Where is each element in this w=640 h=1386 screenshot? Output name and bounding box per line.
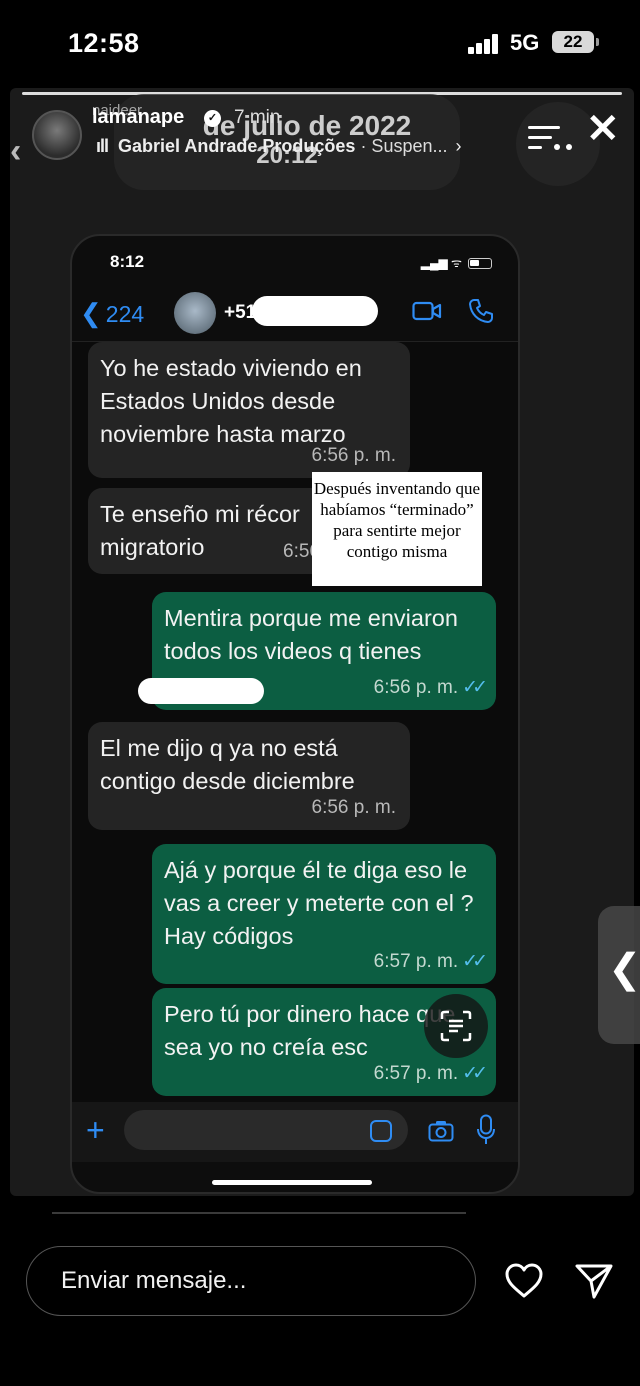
read-ticks-icon: ✓✓ (462, 951, 488, 972)
music-track: · Suspen... (360, 136, 448, 156)
sticker-icon (370, 1120, 392, 1142)
chat-messages: Yo he estado viviendo en Estados Unidos … (72, 342, 518, 1102)
send-icon[interactable] (574, 1262, 614, 1300)
read-ticks-icon: ✓✓ (462, 1063, 488, 1084)
message-time-text: 6:56 p. m. (373, 677, 459, 698)
message-bubble: El me dijo q ya no está contigo desde di… (88, 722, 410, 830)
plus-icon: + (86, 1112, 105, 1148)
reply-placeholder: Enviar mensaje... (61, 1267, 247, 1294)
send-message-input[interactable]: Enviar mensaje... (26, 1246, 476, 1316)
cellular-signal-icon (468, 34, 500, 54)
network-type: 5G (510, 30, 540, 55)
home-indicator (212, 1180, 372, 1185)
music-label[interactable]: ıll Gabriel Andrade Produções · Suspen...… (96, 136, 461, 157)
redaction-scribble (252, 296, 378, 326)
chat-input-bar: + (72, 1102, 518, 1162)
message-time: 6:56 p. m. (311, 445, 397, 466)
verified-badge-icon: ✓ (204, 110, 221, 127)
voice-call-icon (469, 299, 493, 323)
message-bubble: Yo he estado viviendo en Estados Unidos … (88, 342, 410, 478)
chat-message-field (124, 1110, 408, 1150)
unread-count: 224 (105, 301, 145, 327)
read-ticks-icon: ✓✓ (462, 677, 488, 698)
phone-battery-icon (468, 258, 492, 270)
contact-avatar (174, 292, 216, 334)
heart-icon[interactable] (504, 1262, 544, 1300)
music-artist: Gabriel Andrade Produções (118, 136, 356, 156)
message-time: 6:56 p. m. ✓✓ (373, 671, 488, 704)
divider (52, 1212, 466, 1214)
message-time-text: 6:57 p. m. (373, 951, 459, 972)
message-text: Mentira porque me enviaron todos los vid… (164, 605, 458, 664)
message-time-text: 6:57 p. m. (373, 1063, 459, 1084)
message-time: 6:57 p. m. ✓✓ (373, 1057, 488, 1090)
message-bubble: Ajá y porque él te diga eso le vas a cre… (152, 844, 496, 984)
chat-back-button: ❮ 224 (80, 298, 145, 328)
side-panel-handle[interactable]: ❮ (598, 906, 640, 1044)
story-frame[interactable]: 8:12 ▂▄▆ ᯤ ❮ 224 +51 Yo he estado viviend… (10, 88, 634, 1196)
options-icon (528, 124, 578, 152)
avatar[interactable] (32, 110, 82, 160)
chevron-left-icon: ❮ (608, 947, 640, 991)
story-username[interactable]: lamanape (92, 106, 184, 129)
chevron-left-icon[interactable]: ‹ (10, 132, 21, 171)
camera-icon (428, 1121, 454, 1142)
status-bar: 12:58 5G 22 (0, 0, 640, 88)
music-bars-icon: ıll (96, 136, 109, 156)
close-icon[interactable]: ✕ (586, 106, 620, 152)
microphone-icon (477, 1114, 495, 1144)
story-text-sticker: Después inventando que habíamos “termina… (312, 472, 482, 586)
redaction-scribble (138, 678, 264, 704)
message-text: Yo he estado viviendo en Estados Unidos … (100, 355, 362, 447)
video-call-icon (412, 301, 442, 321)
story-header: de julio de 2022 20:12 ‹ naideer lamanap… (10, 88, 634, 198)
message-text: Ajá y porque él te diga eso le vas a cre… (164, 857, 474, 949)
message-bubble: Te enseño mi récor migratorio 6:56 (88, 488, 328, 574)
message-time: 6:56 p. m. (311, 797, 397, 818)
battery-icon: 22 (552, 31, 599, 53)
phone-status-icons: ▂▄▆ ᯤ (421, 254, 492, 271)
message-text: El me dijo q ya no está contigo desde di… (100, 735, 355, 794)
phone-time: 8:12 (110, 252, 145, 271)
phone-status-bar: 8:12 ▂▄▆ ᯤ (72, 236, 518, 276)
chat-header: ❮ 224 +51 (72, 286, 518, 342)
live-text-icon (440, 1010, 472, 1042)
message-time: 6:57 p. m. ✓✓ (373, 945, 488, 978)
status-time: 12:58 (68, 28, 140, 58)
story-time-ago: 7 min (234, 107, 281, 128)
chevron-right-icon: › (455, 136, 462, 156)
